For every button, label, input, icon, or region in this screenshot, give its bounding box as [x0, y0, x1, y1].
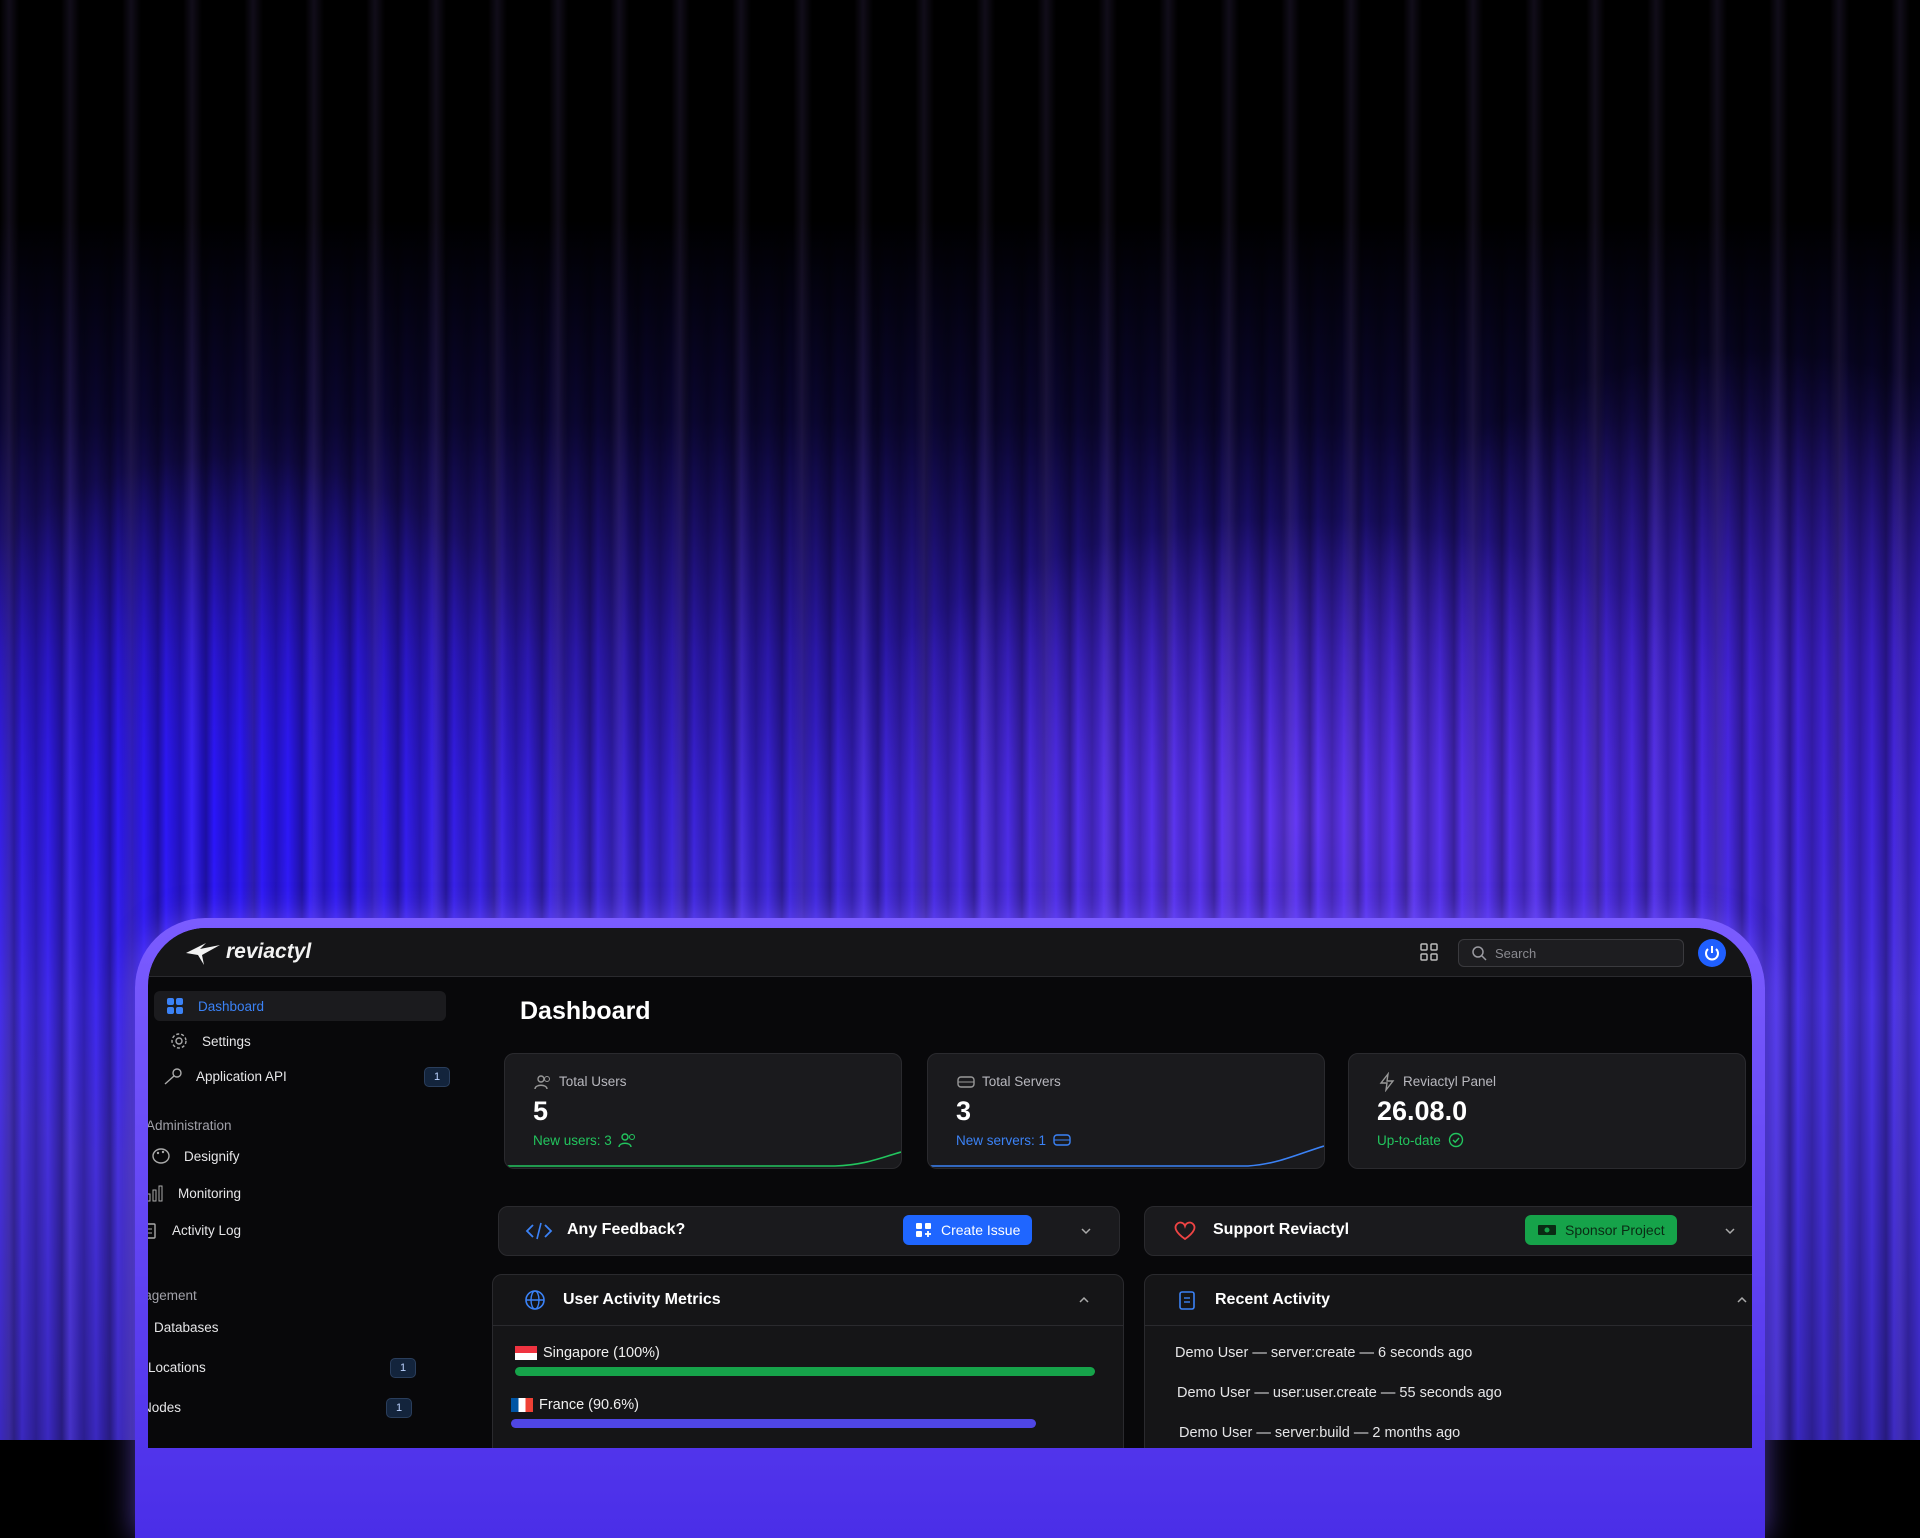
sidebar-item-nodes[interactable]: Nodes [148, 1392, 378, 1422]
search-input[interactable]: Search [1458, 939, 1684, 967]
logout-button[interactable] [1698, 939, 1726, 967]
activity-entry[interactable]: Demo User — server:create — 6 seconds ag… [1175, 1345, 1472, 1361]
sidebar-item-label: Designify [184, 1148, 240, 1164]
activity-entry[interactable]: Demo User — server:build — 2 months ago [1179, 1425, 1460, 1441]
stat-card-panel-version: Reviactyl Panel 26.08.0 Up-to-date [1348, 1053, 1746, 1169]
grid-icon [1420, 943, 1438, 961]
stat-value: 5 [533, 1096, 549, 1126]
country-row: France (90.6%) [511, 1397, 639, 1413]
bar-chart-icon [148, 1182, 166, 1204]
sidebar-item-activity-log[interactable]: Activity Log [148, 1215, 408, 1245]
chevron-down-icon[interactable] [1079, 1224, 1093, 1238]
stat-label: Reviactyl Panel [1403, 1074, 1497, 1089]
support-title: Support Reviactyl [1213, 1221, 1350, 1238]
logo-icon [186, 943, 220, 965]
activity-entry[interactable]: Demo User — user:user.create — 55 second… [1177, 1385, 1502, 1401]
country-row: Singapore (100%) [515, 1345, 660, 1361]
sidebar-item-label: Settings [202, 1033, 251, 1049]
app-name: reviactyl [226, 940, 312, 963]
key-icon [162, 1065, 184, 1087]
check-circle-icon [1448, 1132, 1463, 1148]
recent-activity-panel: Recent Activity Demo User — server:creat… [1144, 1274, 1752, 1448]
feedback-title: Any Feedback? [567, 1221, 686, 1238]
feedback-card: Any Feedback? Create Issue [498, 1206, 1120, 1256]
country-label: France (90.6%) [539, 1397, 639, 1413]
section-management: Management [148, 1288, 197, 1303]
panel-header[interactable]: User Activity Metrics [493, 1275, 1123, 1326]
sidebar-item-dashboard[interactable]: Dashboard [154, 991, 446, 1021]
gear-icon [168, 1030, 190, 1052]
api-count-badge: 1 [424, 1067, 450, 1087]
sidebar-item-settings[interactable]: Settings [158, 1026, 438, 1056]
user-activity-metrics-panel: User Activity Metrics Singapore (100%) F… [492, 1274, 1124, 1448]
progress-bar [511, 1419, 1037, 1428]
sponsor-project-button[interactable]: Sponsor Project [1525, 1215, 1677, 1245]
sidebar-item-monitoring[interactable]: Monitoring [148, 1178, 414, 1208]
stat-value: 3 [956, 1096, 972, 1126]
app-window: reviactyl Search Dashboard Settings Appl… [148, 928, 1752, 1448]
search-icon [1472, 946, 1487, 961]
stat-sub: Up-to-date [1377, 1132, 1465, 1148]
apps-grid-button[interactable] [1420, 943, 1438, 961]
palette-icon [150, 1145, 172, 1167]
progress-bar [515, 1367, 1095, 1376]
power-icon [1705, 946, 1719, 961]
bolt-icon [1379, 1072, 1395, 1092]
sidebar: Dashboard Settings Application API 1 Adm… [148, 976, 478, 1448]
sidebar-item-application-api[interactable]: Application API [152, 1061, 438, 1091]
country-label: Singapore (100%) [543, 1345, 660, 1361]
sidebar-item-label: Monitoring [178, 1185, 242, 1201]
heart-icon [1174, 1221, 1196, 1241]
create-issue-button[interactable]: Create Issue [903, 1215, 1033, 1245]
clipboard-icon [1179, 1291, 1195, 1310]
nodes-count-badge: 1 [386, 1398, 412, 1418]
stat-card-total-servers: Total Servers 3 New servers: 1 [927, 1053, 1325, 1169]
page-title: Dashboard [520, 997, 651, 1025]
users-icon [534, 1075, 550, 1090]
locations-count-badge: 1 [390, 1358, 416, 1378]
globe-icon [525, 1290, 545, 1310]
sidebar-item-label: Activity Log [172, 1222, 242, 1238]
servers-sparkline [928, 1145, 1324, 1167]
panel-header[interactable]: Recent Activity [1145, 1275, 1752, 1326]
sidebar-item-designify[interactable]: Designify [148, 1141, 420, 1171]
clipboard-icon [148, 1219, 160, 1241]
users-sparkline [505, 1151, 901, 1167]
server-icon [957, 1076, 975, 1088]
chevron-up-icon[interactable] [1077, 1293, 1091, 1307]
sidebar-item-label: Application API [196, 1068, 287, 1084]
chevron-down-icon[interactable] [1723, 1224, 1737, 1238]
stat-sub-text: Up-to-date [1377, 1132, 1441, 1148]
sidebar-item-label: Locations [148, 1359, 206, 1375]
singapore-flag-icon [515, 1346, 537, 1360]
app-logo[interactable]: reviactyl [184, 938, 311, 966]
stat-value: 26.08.0 [1377, 1096, 1468, 1126]
stat-card-total-users: Total Users 5 New users: 3 [504, 1053, 902, 1169]
stat-label: Total Servers [982, 1074, 1061, 1089]
add-grid-icon [916, 1223, 931, 1237]
sidebar-item-databases[interactable]: Databases [148, 1312, 390, 1342]
code-icon [525, 1222, 553, 1240]
sponsor-project-label: Sponsor Project [1565, 1222, 1665, 1238]
create-issue-label: Create Issue [941, 1222, 1021, 1238]
france-flag-icon [511, 1398, 533, 1412]
sidebar-item-label: Databases [154, 1319, 219, 1335]
support-card: Support Reviactyl Sponsor Project [1144, 1206, 1752, 1256]
money-icon [1538, 1225, 1556, 1235]
dashboard-icon [164, 995, 186, 1017]
sidebar-item-label: Dashboard [198, 998, 265, 1014]
stat-label: Total Users [559, 1074, 627, 1089]
chevron-up-icon[interactable] [1735, 1293, 1749, 1307]
panel-title: Recent Activity [1215, 1291, 1330, 1308]
top-bar: reviactyl Search [148, 928, 1752, 977]
section-administration: Administration [148, 1118, 232, 1133]
search-placeholder: Search [1495, 945, 1537, 961]
sidebar-item-label: Nodes [148, 1399, 182, 1415]
sidebar-item-locations[interactable]: Locations [148, 1352, 384, 1382]
panel-title: User Activity Metrics [563, 1291, 721, 1308]
